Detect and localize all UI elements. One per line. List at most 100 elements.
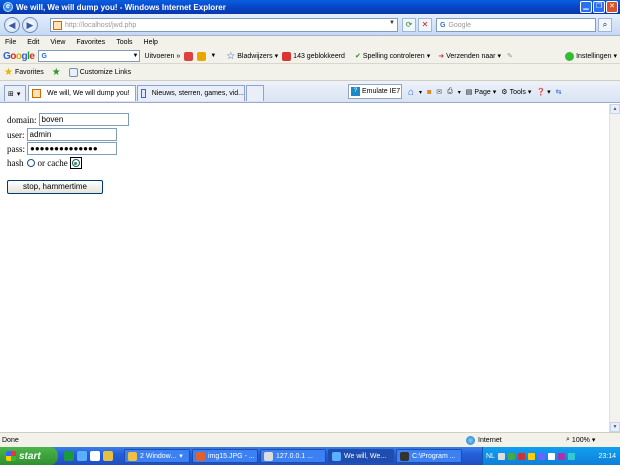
tab-we-will[interactable]: We will, We will dump you!	[28, 85, 136, 101]
start-button[interactable]: start	[0, 447, 58, 465]
ie-app-icon: e	[3, 2, 13, 12]
research-icon[interactable]: ⇆	[556, 88, 562, 96]
google-logo: Google	[3, 50, 35, 62]
tab-nieuws[interactable]: Nieuws, sterren, games, vid...	[137, 85, 245, 101]
scroll-down-icon[interactable]: ▼	[610, 422, 620, 432]
back-button[interactable]: ◀	[4, 17, 20, 33]
home-icon[interactable]: ⌂	[408, 87, 414, 98]
restore-icon[interactable]: ❐	[593, 1, 605, 13]
send-to-button[interactable]: ➜ Verzenden naar ▾	[438, 52, 501, 61]
customize-links-button[interactable]: Customize Links	[68, 67, 131, 77]
quick-launch-icon[interactable]	[90, 451, 100, 461]
folder-icon	[128, 451, 137, 461]
stop-icon[interactable]: ✕	[418, 18, 432, 32]
language-indicator[interactable]: NL	[486, 453, 495, 460]
tray-icon[interactable]	[517, 452, 525, 460]
menu-item-help[interactable]: Help	[144, 39, 158, 46]
scroll-up-icon[interactable]: ▲	[610, 104, 620, 114]
chevron-down-icon[interactable]: ▾	[419, 89, 422, 96]
quick-tabs-icon: ⊞	[8, 90, 14, 98]
window-title: We will, We will dump you! - Windows Int…	[16, 2, 226, 12]
spellcheck-button[interactable]: ✔ Spelling controleren ▾	[355, 52, 430, 61]
mail-icon[interactable]: ✉	[436, 88, 442, 96]
forward-button[interactable]: ▶	[22, 17, 38, 33]
favorites-button[interactable]: ★ Favorites	[4, 67, 44, 78]
gmail-icon[interactable]	[184, 51, 194, 61]
news-icon[interactable]	[197, 51, 207, 61]
go-button[interactable]: Uitvoeren »	[144, 53, 180, 60]
page-menu-button[interactable]: ▤ Page ▾	[465, 88, 497, 97]
menu-item-edit[interactable]: Edit	[27, 39, 39, 46]
tray-icon[interactable]	[507, 452, 515, 460]
domain-label: domain:	[7, 114, 37, 125]
google-toolbar-search[interactable]: G ▼	[38, 50, 141, 62]
close-icon[interactable]: ✕	[606, 1, 618, 13]
clock: 23:14	[598, 452, 616, 460]
pencil-icon[interactable]: ✎	[507, 52, 513, 60]
popup-blocked-button[interactable]: 143 geblokkeerd	[282, 51, 345, 61]
chevron-down-icon[interactable]: ▼	[210, 53, 216, 59]
cache-radio-focus[interactable]	[69, 157, 82, 169]
search-input[interactable]: G Google	[436, 18, 596, 32]
send-icon: ➜	[438, 53, 445, 60]
quick-launch-icon[interactable]	[103, 451, 113, 461]
menu-item-file[interactable]: File	[5, 39, 16, 46]
bookmarks-button[interactable]: ☆ Bladwijzers ▾	[226, 51, 278, 62]
tray-icon[interactable]	[537, 452, 545, 460]
settings-button[interactable]: Instellingen ▾	[565, 51, 617, 61]
chevron-down-icon[interactable]: ▾	[458, 89, 461, 96]
image-icon	[196, 451, 205, 461]
feeds-icon[interactable]: ◙	[427, 89, 431, 96]
domain-input[interactable]	[38, 113, 129, 126]
ie-quick-launch-icon[interactable]	[77, 451, 87, 461]
hash-row: hash or cache	[7, 157, 82, 169]
chevron-down-icon[interactable]: ▼	[389, 20, 395, 26]
minimize-icon[interactable]: ▁	[580, 1, 592, 13]
status-text: Done	[2, 436, 19, 444]
submit-button[interactable]: stop, hammertime	[7, 180, 103, 194]
tools-menu-button[interactable]: ⚙ Tools ▾	[501, 88, 531, 97]
console-icon	[400, 451, 409, 461]
zoom-control[interactable]: ⌕ 100% ▾	[566, 436, 595, 444]
security-zone[interactable]: Internet	[466, 435, 502, 445]
vertical-scrollbar[interactable]: ▲ ▼	[609, 104, 620, 432]
pass-row: pass:	[7, 142, 117, 155]
help-button[interactable]: ❓ ▾	[536, 88, 550, 96]
pass-label: pass:	[7, 143, 25, 154]
cache-radio[interactable]	[71, 159, 80, 167]
user-input[interactable]	[26, 128, 117, 141]
tray-icon[interactable]	[527, 452, 535, 460]
hash-radio[interactable]	[26, 159, 35, 167]
emulate-ie7-icon: ?	[351, 87, 360, 96]
search-icon[interactable]: ⌕	[598, 18, 612, 32]
menu-item-tools[interactable]: Tools	[116, 39, 132, 46]
menu-item-favorites[interactable]: Favorites	[76, 39, 105, 46]
settings-icon	[565, 51, 575, 61]
address-bar[interactable]: http://localhost/jwd.php ▼	[50, 18, 398, 32]
add-favorites-icon[interactable]: ★	[52, 67, 61, 78]
tray-icon[interactable]	[557, 452, 565, 460]
app-icon	[264, 451, 273, 461]
tray-icon[interactable]	[547, 452, 555, 460]
windows-flag-icon	[6, 451, 16, 461]
page-icon	[53, 20, 62, 30]
tray-icon[interactable]	[567, 452, 575, 460]
taskbar-task[interactable]: C:\Program ...	[396, 449, 462, 463]
cache-label: or cache	[37, 158, 68, 168]
print-icon[interactable]: ⎙	[447, 88, 453, 96]
taskbar-task[interactable]: 2 Window... ▾	[124, 449, 190, 463]
quick-tabs-button[interactable]: ⊞ ▾	[4, 85, 26, 101]
pass-input[interactable]	[27, 142, 117, 155]
page-icon: ▤	[465, 89, 473, 96]
page-icon	[32, 89, 41, 98]
quick-launch-icon[interactable]	[64, 451, 74, 461]
chevron-down-icon[interactable]: ▼	[133, 53, 139, 59]
menu-item-view[interactable]: View	[50, 39, 65, 46]
tray-icon[interactable]	[497, 452, 505, 460]
new-tab-button[interactable]	[246, 85, 264, 101]
emulate-ie7-button[interactable]: ? Emulate IE7	[348, 84, 402, 99]
taskbar-task-active[interactable]: We will, We...	[328, 449, 394, 463]
refresh-icon[interactable]: ⟳	[402, 18, 416, 32]
taskbar-task[interactable]: 127.0.0.1 ...	[260, 449, 326, 463]
taskbar-task[interactable]: img15.JPG - ...	[192, 449, 258, 463]
